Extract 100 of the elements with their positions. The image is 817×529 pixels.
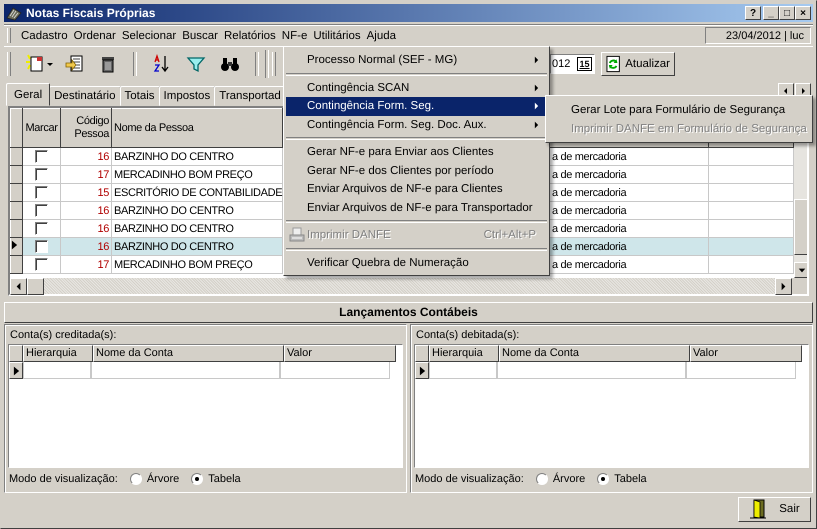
radio-option[interactable]: Árvore <box>536 473 586 485</box>
column-header[interactable]: Nome da Conta <box>93 345 284 362</box>
current-row-icon <box>418 366 426 376</box>
row-selector[interactable] <box>10 148 22 166</box>
row-selector[interactable] <box>415 362 429 379</box>
checkbox[interactable] <box>35 258 48 272</box>
checkbox[interactable] <box>35 240 48 254</box>
menu-item[interactable]: Buscar <box>179 30 221 42</box>
menu-item[interactable]: Cadastro <box>18 30 71 42</box>
header-corner <box>10 108 22 148</box>
window-title: Notas Fiscais Próprias <box>26 6 156 20</box>
table-cell <box>429 362 497 379</box>
checkbox[interactable] <box>35 186 48 200</box>
checkbox[interactable] <box>35 204 48 218</box>
scrollbar-corner <box>792 278 807 294</box>
column-header[interactable]: Hierarquia <box>429 345 499 362</box>
tab[interactable]: Totais <box>120 86 160 106</box>
table-cell: 16 <box>60 238 112 256</box>
section-header: Lançamentos Contábeis <box>4 302 813 323</box>
panel-title: Conta(s) debitada(s): <box>415 328 520 343</box>
radio-option[interactable]: Tabela <box>191 473 241 485</box>
radio-option[interactable]: Árvore <box>130 473 180 485</box>
tab[interactable]: Geral <box>6 83 50 106</box>
session-info: 23/04/2012 | luc <box>705 27 811 44</box>
refresh-button[interactable]: Atualizar <box>601 52 675 76</box>
column-header[interactable]: Nome da Conta <box>499 345 690 362</box>
horizontal-scrollbar[interactable] <box>10 278 807 294</box>
row-selector[interactable] <box>10 184 22 202</box>
table-cell: BARZINHO DO CENTRO <box>112 238 282 256</box>
menu-item[interactable]: Utilitários <box>310 30 364 42</box>
new-document-icon[interactable] <box>25 54 45 74</box>
refresh-icon <box>606 55 622 73</box>
date-field[interactable]: 012 15 <box>550 54 595 74</box>
checkbox[interactable] <box>35 168 48 182</box>
checkbox[interactable] <box>35 222 48 236</box>
column-header[interactable]: Marcar <box>22 108 60 148</box>
menu-item[interactable]: Contingência SCAN <box>286 78 547 97</box>
menu-item[interactable]: Ordenar <box>70 30 119 42</box>
row-selector[interactable] <box>10 256 22 274</box>
menu-item[interactable]: Gerar Lote para Formulário de Segurança <box>548 101 810 120</box>
calendar-icon[interactable]: 15 <box>577 57 592 71</box>
menu-item[interactable]: Enviar Arquivos de NF-e para Transportador <box>286 198 547 217</box>
column-header[interactable]: Nome da Pessoa <box>112 108 282 148</box>
printer-icon <box>288 227 304 244</box>
table-cell: ESCRITÓRIO DE CONTABILIDADE <box>112 184 282 202</box>
menu-item[interactable]: Selecionar <box>118 30 180 42</box>
menu-item[interactable]: Gerar NF-e dos Clientes por período <box>286 162 547 180</box>
current-row-icon <box>11 240 18 250</box>
import-document-icon[interactable] <box>64 54 84 74</box>
column-header[interactable]: Valor <box>690 345 802 362</box>
row-selector[interactable] <box>9 362 23 379</box>
table-cell: MERCADINHO BOM PREÇO <box>112 166 282 184</box>
view-mode-label: Modo de visualização: <box>415 473 524 485</box>
scroll-down-button[interactable] <box>794 262 807 278</box>
max-button[interactable]: □ <box>779 6 795 20</box>
scroll-right-button[interactable] <box>775 278 792 295</box>
submenu-arrow-icon <box>534 56 539 64</box>
min-button[interactable]: _ <box>763 6 779 20</box>
submenu-arrow-icon <box>534 84 539 92</box>
menu-item[interactable]: Relatórios <box>221 30 279 42</box>
close-button[interactable]: × <box>795 6 811 20</box>
door-icon <box>749 499 768 519</box>
current-row-icon <box>12 366 20 376</box>
row-selector[interactable] <box>10 238 22 256</box>
table-cell: 15 <box>60 184 112 202</box>
table-cell: a de mercadoria <box>550 238 708 256</box>
scroll-thumb[interactable] <box>794 199 807 255</box>
dropdown-arrow-icon[interactable] <box>46 60 54 68</box>
table-cell: 17 <box>60 166 112 184</box>
menu-item[interactable]: Contingência Form. Seg. <box>286 97 547 116</box>
table-cell: 17 <box>60 256 112 274</box>
checkbox[interactable] <box>35 150 48 164</box>
column-header[interactable]: Valor <box>284 345 396 362</box>
table-cell: BARZINHO DO CENTRO <box>112 148 282 166</box>
tab[interactable]: Impostos <box>158 86 216 106</box>
menu-item[interactable]: Gerar NF-e para Enviar aos Clientes <box>286 143 547 162</box>
radio-option[interactable]: Tabela <box>597 473 647 485</box>
row-selector[interactable] <box>10 220 22 238</box>
view-mode-label: Modo de visualização: <box>9 473 118 485</box>
submenu-arrow-icon <box>534 120 539 129</box>
table-cell: 16 <box>60 202 112 220</box>
submenu-arrow-icon <box>534 102 539 110</box>
help-button[interactable]: ? <box>745 6 761 20</box>
table-cell: MERCADINHO BOM PREÇO <box>112 256 282 274</box>
row-selector[interactable] <box>10 202 22 220</box>
exit-button[interactable]: Sair <box>738 496 811 522</box>
column-header[interactable]: Hierarquia <box>23 345 93 362</box>
scroll-left-button[interactable] <box>10 278 27 295</box>
table-cell <box>23 362 91 379</box>
app-icon <box>6 5 22 21</box>
menu-item[interactable]: Ajuda <box>364 30 400 42</box>
row-selector[interactable] <box>10 166 22 184</box>
menu-item[interactable]: Processo Normal (SEF - MG) <box>286 51 547 70</box>
tab[interactable]: Transportad <box>214 86 286 106</box>
scroll-thumb[interactable] <box>27 278 44 295</box>
table-cell: 16 <box>60 148 112 166</box>
menu-item[interactable]: NF-e <box>278 30 310 42</box>
panel-title: Conta(s) creditada(s): <box>9 328 118 343</box>
column-header[interactable]: Código Pessoa <box>60 108 112 148</box>
menu-item[interactable]: Enviar Arquivos de NF-e para Clientes <box>286 180 547 198</box>
